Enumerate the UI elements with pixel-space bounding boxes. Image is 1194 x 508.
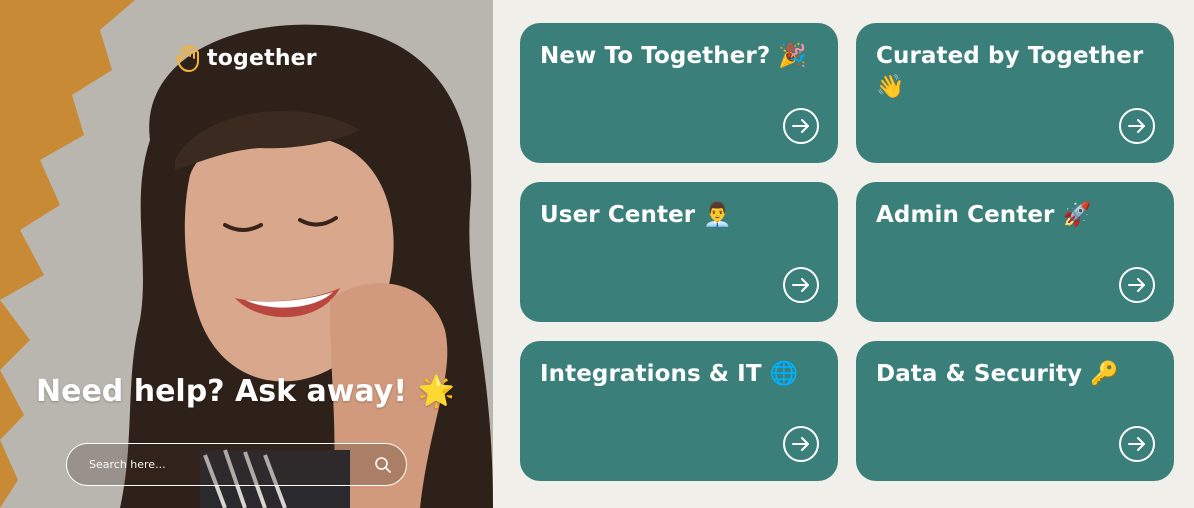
card-title: User Center 👨‍💼 bbox=[540, 202, 733, 228]
hero-photo bbox=[0, 0, 493, 508]
arrow-right-circle-icon[interactable] bbox=[1118, 425, 1156, 463]
card-admin-center[interactable]: Admin Center 🚀 bbox=[856, 182, 1174, 322]
hero-headline: Need help? Ask away! 🌟 bbox=[36, 374, 455, 409]
card-integrations-it[interactable]: Integrations & IT 🌐 bbox=[520, 341, 838, 481]
raised-hand-icon bbox=[176, 45, 199, 72]
search-icon[interactable] bbox=[374, 456, 392, 474]
card-new-to-together[interactable]: New To Together? 🎉 bbox=[520, 23, 838, 163]
card-title: Integrations & IT 🌐 bbox=[540, 361, 799, 387]
card-title: New To Together? 🎉 bbox=[540, 43, 808, 69]
brand-name: together bbox=[207, 45, 317, 71]
card-curated-by-together[interactable]: Curated by Together 👋 bbox=[856, 23, 1174, 163]
brand-logo[interactable]: together bbox=[175, 44, 317, 72]
arrow-right-circle-icon[interactable] bbox=[782, 425, 820, 463]
card-title: Curated by Together 👋 bbox=[876, 43, 1144, 100]
arrow-right-circle-icon[interactable] bbox=[1118, 107, 1156, 145]
arrow-right-circle-icon[interactable] bbox=[782, 107, 820, 145]
search-input[interactable] bbox=[87, 457, 374, 472]
arrow-right-circle-icon[interactable] bbox=[782, 266, 820, 304]
card-title: Admin Center 🚀 bbox=[876, 202, 1092, 228]
card-user-center[interactable]: User Center 👨‍💼 bbox=[520, 182, 838, 322]
card-title: Data & Security 🔑 bbox=[876, 361, 1119, 387]
search-bar[interactable] bbox=[66, 443, 407, 486]
arrow-right-circle-icon[interactable] bbox=[1118, 266, 1156, 304]
hero-panel: together Need help? Ask away! 🌟 bbox=[0, 0, 493, 508]
card-data-security[interactable]: Data & Security 🔑 bbox=[856, 341, 1174, 481]
